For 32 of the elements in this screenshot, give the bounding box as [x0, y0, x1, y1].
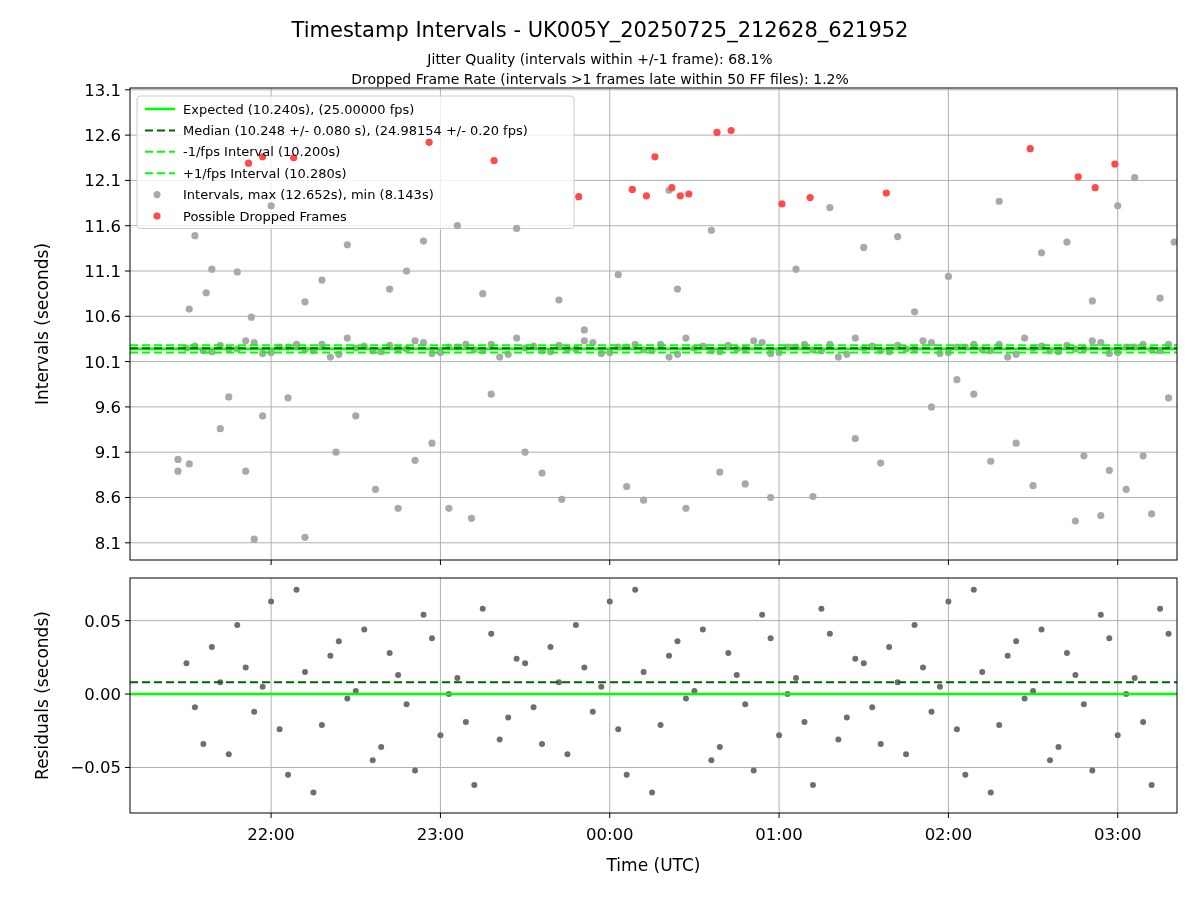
figure-subtitle: Dropped Frame Rate (intervals >1 frames late within 50 FF files): 1.2%	[351, 71, 849, 87]
y-tick-label: 10.6	[84, 307, 121, 327]
y-tick-label: 9.1	[94, 443, 121, 463]
y-tick-label: 12.1	[84, 171, 121, 191]
legend-label: Intervals, max (12.652s), min (8.143s)	[183, 187, 434, 203]
y-tick-label: 0.05	[84, 611, 121, 631]
legend-label: Median (10.248 +/- 0.080 s), (24.98154 +/- 0.20 fps)	[183, 122, 528, 138]
x-tick-label: 22:00	[247, 825, 295, 844]
y-tick-label: 9.6	[94, 397, 121, 417]
legend-label: Possible Dropped Frames	[183, 208, 347, 224]
figure-subtitle: Jitter Quality (intervals within +/-1 frame): 68.1%	[427, 51, 773, 67]
y-tick-label: 10.1	[84, 352, 121, 372]
y-tick-label: 11.1	[84, 262, 121, 281]
x-tick-label: 01:00	[755, 825, 803, 844]
y-tick-label: 12.6	[84, 126, 121, 146]
y-axis-label: Residuals (seconds)	[32, 611, 52, 780]
x-axis-label: Time (UTC)	[606, 855, 701, 875]
y-axis-label: Intervals (seconds)	[32, 242, 52, 406]
legend-label: -1/fps Interval (10.200s)	[183, 144, 341, 160]
y-tick-label: −0.05	[70, 758, 121, 778]
legend-label: Expected (10.240s), (25.00000 fps)	[183, 101, 415, 117]
y-tick-label: 0.00	[84, 685, 121, 705]
y-tick-label: 11.6	[84, 216, 121, 236]
x-tick-label: 02:00	[924, 825, 973, 844]
x-tick-label: 23:00	[416, 825, 465, 844]
y-tick-label: 8.1	[94, 533, 121, 553]
x-tick-label: 03:00	[1093, 825, 1142, 844]
figure-title: Timestamp Intervals - UK005Y_20250725_212628_621952	[291, 18, 909, 42]
y-tick-label: 8.6	[94, 488, 121, 508]
legend-label: +1/fps Interval (10.280s)	[183, 165, 347, 181]
y-tick-label: 13.1	[84, 80, 121, 100]
x-tick-label: 00:00	[586, 825, 634, 844]
